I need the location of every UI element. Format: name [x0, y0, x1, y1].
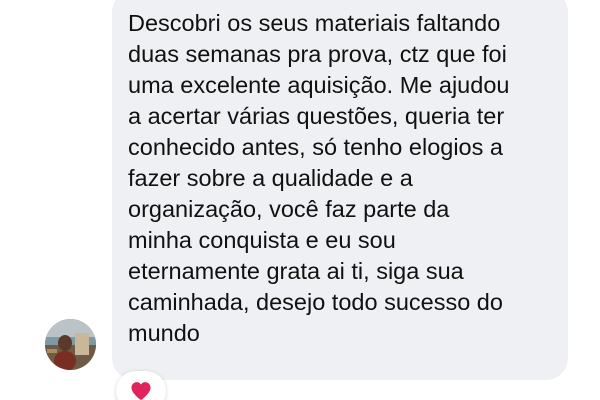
message-text: Descobri os seus materiais faltando duas…: [128, 8, 568, 349]
message-line: uma excelente aquisição. Me ajudou: [128, 72, 510, 98]
reaction-badge[interactable]: [116, 371, 166, 400]
message-line: organização, você faz parte da: [128, 196, 450, 222]
message-line: fazer sobre a qualidade e a: [128, 165, 413, 191]
red-heart-icon: [131, 382, 151, 400]
message-line: minha conquista e eu sou: [128, 227, 396, 253]
profile-photo-icon: [45, 319, 96, 370]
message-line: duas semanas pra prova, ctz que foi: [128, 41, 507, 67]
message-line: mundo: [128, 320, 200, 346]
message-line: conhecido antes, só tenho elogios a: [128, 134, 503, 160]
chat-view: Descobri os seus materiais faltando duas…: [0, 0, 600, 400]
message-line: a acertar várias questões, queria ter: [128, 103, 505, 129]
avatar[interactable]: [45, 319, 96, 370]
message-line: eternamente grata ai ti, siga sua: [128, 258, 464, 284]
message-line: Descobri os seus materiais faltando: [128, 10, 501, 36]
message-line: caminhada, desejo todo sucesso do: [128, 289, 503, 315]
